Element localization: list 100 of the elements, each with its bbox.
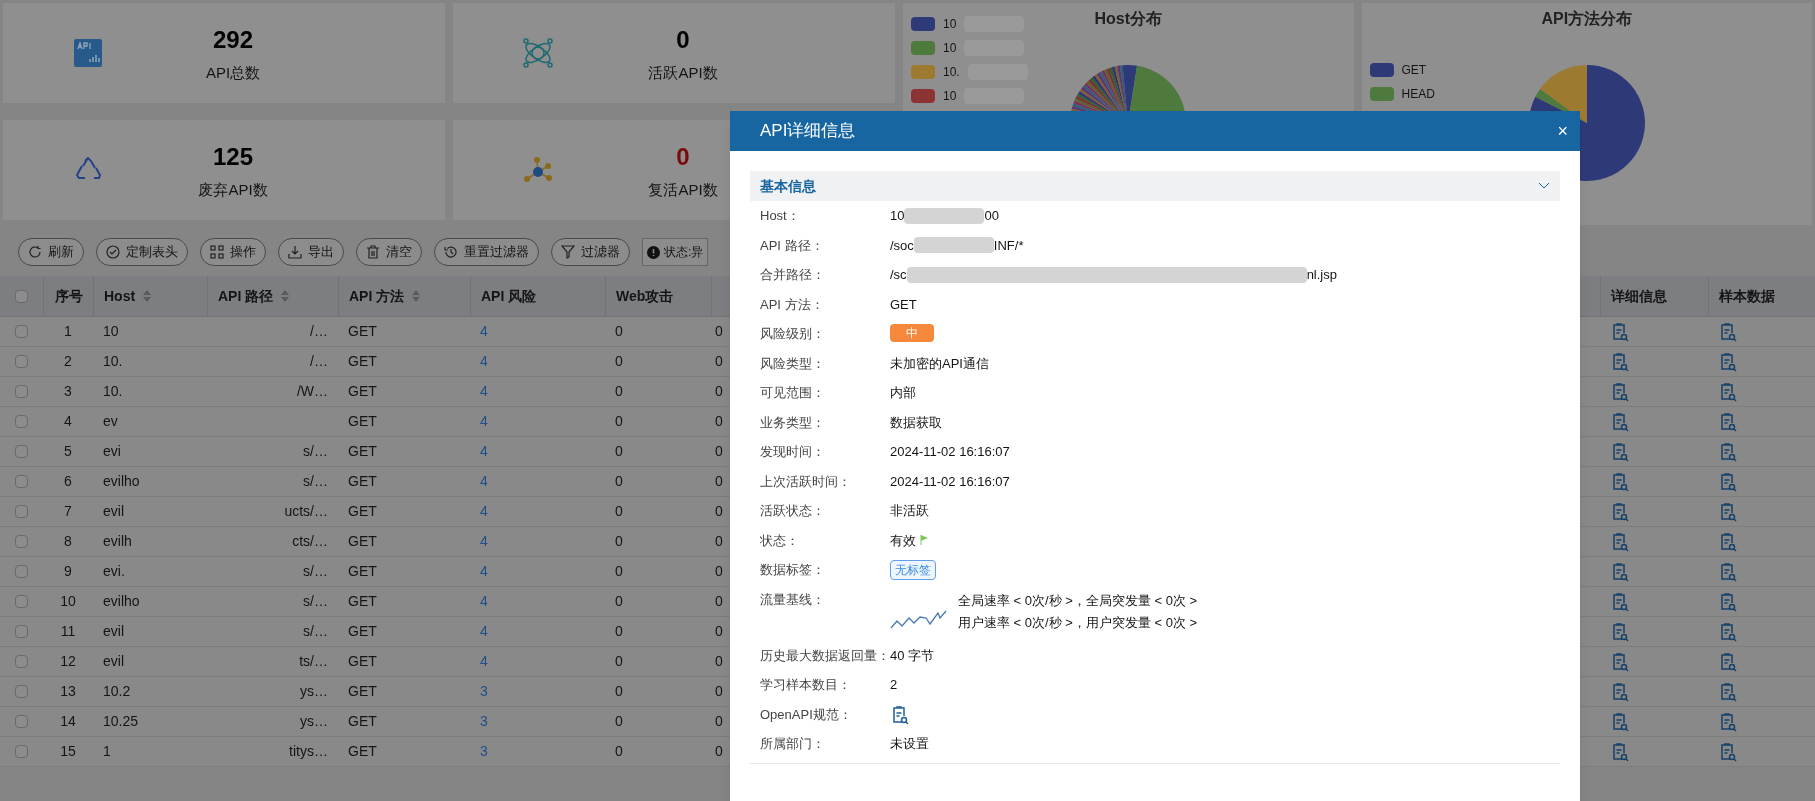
toolbar-button[interactable]: 刷新	[18, 238, 84, 266]
column-header[interactable]: 样本数据	[1708, 276, 1815, 316]
risk-link[interactable]: 4	[480, 473, 488, 489]
risk-link[interactable]: 4	[480, 353, 488, 369]
toolbar-button[interactable]: 重置过滤器	[434, 238, 539, 266]
field-label: 流量基线：	[760, 590, 826, 609]
field-label: 历史最大数据返回量：	[760, 646, 890, 665]
section-header[interactable]: 基本信息	[750, 171, 1560, 201]
risk-link[interactable]: 4	[480, 383, 488, 399]
table-cell: GET	[348, 713, 377, 729]
toolbar-button[interactable]: 定制表头	[96, 238, 188, 266]
table-cell: GET	[348, 473, 377, 489]
risk-link[interactable]: 4	[480, 323, 488, 339]
field-value: 数据获取	[890, 413, 942, 432]
field-value: 未设置	[890, 735, 929, 753]
field-label: 上次活跃时间：	[760, 472, 852, 491]
risk-link[interactable]: 4	[480, 593, 488, 609]
table-cell-text: evil	[103, 502, 124, 521]
column-header[interactable]: Host	[93, 276, 207, 316]
table-cell-text: 10	[103, 322, 119, 341]
close-button[interactable]: ×	[1557, 117, 1568, 145]
table-cell-text: evil	[103, 652, 124, 671]
field-label: 状态：	[760, 531, 800, 550]
table-cell: ys…	[300, 683, 328, 699]
field-label: 活跃状态：	[760, 502, 826, 520]
table-cell: s/…	[303, 473, 328, 489]
column-header[interactable]: API 方法	[338, 276, 470, 316]
table-cell: 0	[715, 383, 723, 399]
table-cell: 0	[615, 623, 623, 639]
table-cell: 0	[715, 743, 723, 759]
table-cell: 0	[715, 473, 723, 489]
legend-label: 10.	[943, 64, 960, 81]
risk-link[interactable]: 4	[480, 443, 488, 459]
toolbar-button[interactable]: 清空	[356, 238, 422, 266]
field-value: /soc	[890, 236, 914, 255]
table-cell: 0	[715, 683, 723, 699]
risk-link[interactable]: 4	[480, 563, 488, 579]
table-cell: GET	[348, 503, 377, 519]
stat-value: 125	[212, 141, 253, 172]
table-cell: 14	[60, 713, 76, 729]
table-cell: 0	[615, 563, 623, 579]
table-cell: 0	[615, 713, 623, 729]
field-value: GET	[890, 295, 917, 314]
toolbar-button[interactable]: 操作	[200, 238, 266, 266]
table-cell: cts/…	[292, 533, 328, 549]
table-cell: 0	[715, 593, 723, 609]
risk-link[interactable]: 3	[480, 683, 488, 699]
table-cell-text: 1	[103, 742, 111, 761]
risk-link[interactable]: 4	[480, 503, 488, 519]
column-header[interactable]: 序号	[43, 276, 93, 316]
column-header[interactable]: Web攻击	[605, 276, 711, 316]
risk-link[interactable]: 3	[480, 713, 488, 729]
stat-value: 292	[212, 24, 253, 55]
column-header[interactable]: 详细信息	[1600, 276, 1708, 316]
table-cell: titys…	[289, 743, 328, 759]
table-cell: GET	[348, 443, 377, 459]
toolbar-button[interactable]: 过滤器	[551, 238, 630, 266]
table-cell-text: ev	[103, 412, 118, 431]
field-value: nl.jsp	[1306, 266, 1337, 284]
risk-link[interactable]: 4	[480, 653, 488, 669]
stat-label: API总数	[205, 62, 261, 83]
stat-label: 废弃API数	[198, 179, 268, 200]
table-cell: 15	[60, 743, 76, 759]
risk-link[interactable]: 4	[480, 413, 488, 429]
field-value: 00	[984, 207, 999, 225]
risk-link[interactable]: 4	[480, 533, 488, 549]
table-cell: GET	[348, 623, 377, 639]
filter-chip[interactable]: 状态:异	[642, 238, 709, 266]
legend-label: 10	[943, 16, 957, 33]
baseline-text: 全局速率 < 0次/秒 >，全局突发量 < 0次 >	[958, 591, 1198, 610]
table-cell: 0	[615, 443, 623, 459]
stat-value: 0	[676, 24, 690, 55]
table-cell: 5	[64, 443, 72, 459]
table-cell-text: 10.	[103, 382, 123, 401]
stat-value: 0	[676, 141, 690, 172]
field-label: 数据标签：	[760, 561, 826, 579]
table-cell: 0	[715, 653, 723, 669]
table-cell: GET	[348, 353, 377, 369]
risk-link[interactable]: 4	[480, 623, 488, 639]
field-value: 40 字节	[890, 646, 935, 665]
chart-title: Host分布	[1094, 9, 1163, 29]
field-value: INF/*	[993, 236, 1024, 255]
toolbar-button[interactable]: 导出	[278, 238, 344, 266]
risk-link[interactable]: 3	[480, 743, 488, 759]
table-cell: 10	[60, 593, 76, 609]
column-header[interactable]: API 路径	[207, 276, 338, 316]
table-cell: ucts/…	[284, 503, 328, 519]
field-value: 2	[890, 676, 898, 694]
table-cell: 9	[64, 563, 72, 579]
table-cell: 0	[715, 563, 723, 579]
table-cell: 3	[64, 383, 72, 399]
data-tag: 无标签	[890, 560, 936, 580]
table-cell-text: evi.	[103, 562, 125, 581]
field-label: API 方法：	[760, 295, 825, 314]
table-cell: 8	[64, 533, 72, 549]
field-value: 非活跃	[890, 502, 929, 520]
table-cell: 0	[715, 713, 723, 729]
table-cell: 0	[615, 413, 623, 429]
column-header[interactable]: API 风险	[470, 276, 605, 316]
field-label: OpenAPI规范：	[760, 705, 853, 724]
